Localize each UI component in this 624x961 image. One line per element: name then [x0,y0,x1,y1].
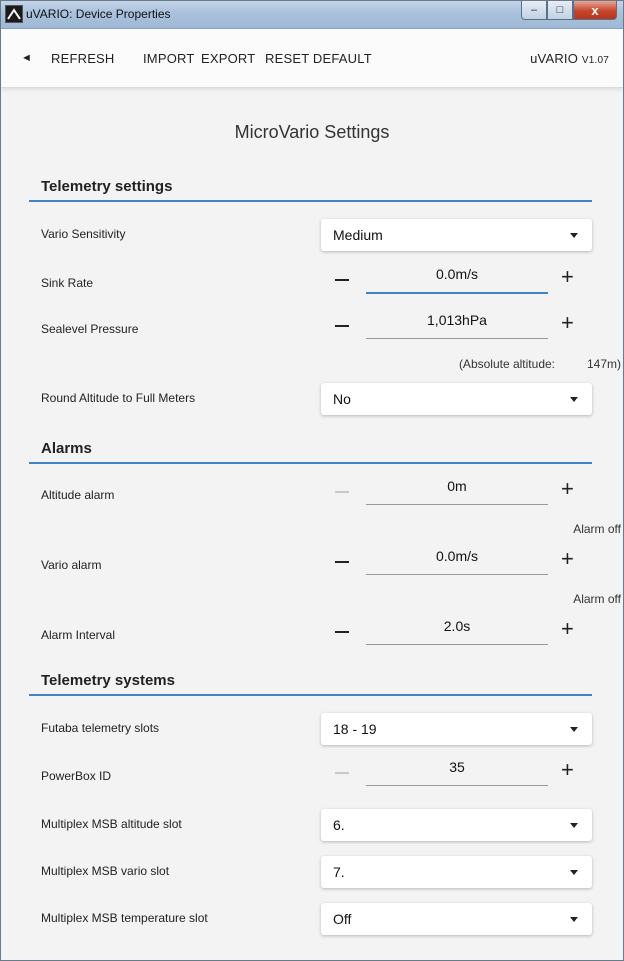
msb-vario-select[interactable]: 7. [321,856,592,888]
select-value: 18 - 19 [333,721,377,737]
sink-rate-stepper: 0.0m/s + [321,262,592,296]
section-alarms: Alarms [29,434,592,464]
sink-rate-label: Sink Rate [41,276,94,290]
powerbox-id-input[interactable]: 35 [366,755,548,786]
absolute-altitude-value: 147m) [586,357,621,371]
powerbox-id-stepper: 35 + [321,755,592,789]
increment-button[interactable]: + [561,759,574,781]
msb-temperature-label: Multiplex MSB temperature slot [41,911,208,925]
app-logo-icon [5,5,23,23]
minimize-button[interactable]: – [521,1,547,20]
maximize-icon: □ [556,4,564,16]
alarm-interval-stepper: 2.0s + [321,614,592,648]
minimize-icon: – [530,4,538,16]
select-value: Off [333,911,352,927]
caret-down-icon [570,823,578,828]
toolbar: ◄ REFRESH IMPORT EXPORT RESET DEFAULT uV… [1,29,623,88]
sink-rate-input[interactable]: 0.0m/s [366,262,548,294]
vario-alarm-input[interactable]: 0.0m/s [366,544,548,575]
alarm-interval-label: Alarm Interval [41,628,116,642]
round-altitude-select[interactable]: No [321,383,592,415]
futaba-slots-label: Futaba telemetry slots [41,721,160,735]
caret-down-icon [570,870,578,875]
vario-sensitivity-select[interactable]: Medium [321,219,592,251]
caret-down-icon [570,727,578,732]
msb-altitude-select[interactable]: 6. [321,809,592,841]
powerbox-id-label: PowerBox ID [41,769,112,783]
increment-button[interactable]: + [561,548,574,570]
altitude-alarm-status: Alarm off [573,522,621,536]
window-title: uVARIO: Device Properties [26,7,171,21]
decrement-button[interactable] [335,561,349,563]
section-title: Telemetry systems [41,672,175,689]
select-value: 6. [333,817,345,833]
vario-alarm-stepper: 0.0m/s + [321,544,592,578]
caret-down-icon [570,233,578,238]
back-arrow-icon[interactable]: ◄ [21,52,32,64]
sealevel-pressure-stepper: 1,013hPa + [321,308,592,342]
caret-down-icon [570,917,578,922]
maximize-button[interactable]: □ [547,1,573,20]
section-title: Alarms [41,440,92,457]
round-altitude-label: Round Altitude to Full Meters [41,391,196,405]
vario-alarm-status: Alarm off [573,592,621,606]
title-bar[interactable]: uVARIO: Device Properties – □ x [1,1,623,29]
vario-sensitivity-label: Vario Sensitivity [41,227,126,241]
altitude-alarm-input[interactable]: 0m [366,474,548,505]
close-button[interactable]: x [573,1,617,20]
refresh-button[interactable]: REFRESH [51,51,115,66]
msb-vario-label: Multiplex MSB vario slot [41,864,170,878]
version-number: V1.07 [581,55,609,66]
section-telemetry-systems: Telemetry systems [29,666,592,696]
futaba-slots-select[interactable]: 18 - 19 [321,713,592,745]
sealevel-pressure-input[interactable]: 1,013hPa [366,308,548,339]
section-telemetry-settings: Telemetry settings [29,172,592,202]
select-value: No [333,391,351,407]
app-window: uVARIO: Device Properties – □ x ◄ REFRES… [0,0,624,961]
close-icon: x [591,2,599,18]
decrement-button[interactable] [335,491,349,493]
export-button[interactable]: EXPORT [201,51,255,66]
altitude-alarm-stepper: 0m + [321,474,592,508]
reset-default-button[interactable]: RESET DEFAULT [265,51,372,66]
decrement-button[interactable] [335,772,349,774]
vario-alarm-label: Vario alarm [41,558,102,572]
app-version: uVARIO V1.07 [530,51,609,66]
caret-down-icon [570,397,578,402]
increment-button[interactable]: + [561,478,574,500]
decrement-button[interactable] [335,325,349,327]
import-button[interactable]: IMPORT [143,51,195,66]
increment-button[interactable]: + [561,312,574,334]
alarm-interval-input[interactable]: 2.0s [366,614,548,645]
absolute-altitude-label: (Absolute altitude: [458,357,555,371]
select-value: Medium [333,227,383,243]
sealevel-pressure-label: Sealevel Pressure [41,322,139,336]
page-title: MicroVario Settings [234,122,390,142]
msb-temperature-select[interactable]: Off [321,903,592,935]
app-name: uVARIO [530,51,579,66]
decrement-button[interactable] [335,279,349,281]
altitude-alarm-label: Altitude alarm [41,488,115,502]
increment-button[interactable]: + [561,266,574,288]
decrement-button[interactable] [335,631,349,633]
section-title: Telemetry settings [41,178,173,195]
select-value: 7. [333,864,345,880]
increment-button[interactable]: + [561,618,574,640]
msb-altitude-label: Multiplex MSB altitude slot [41,817,182,831]
